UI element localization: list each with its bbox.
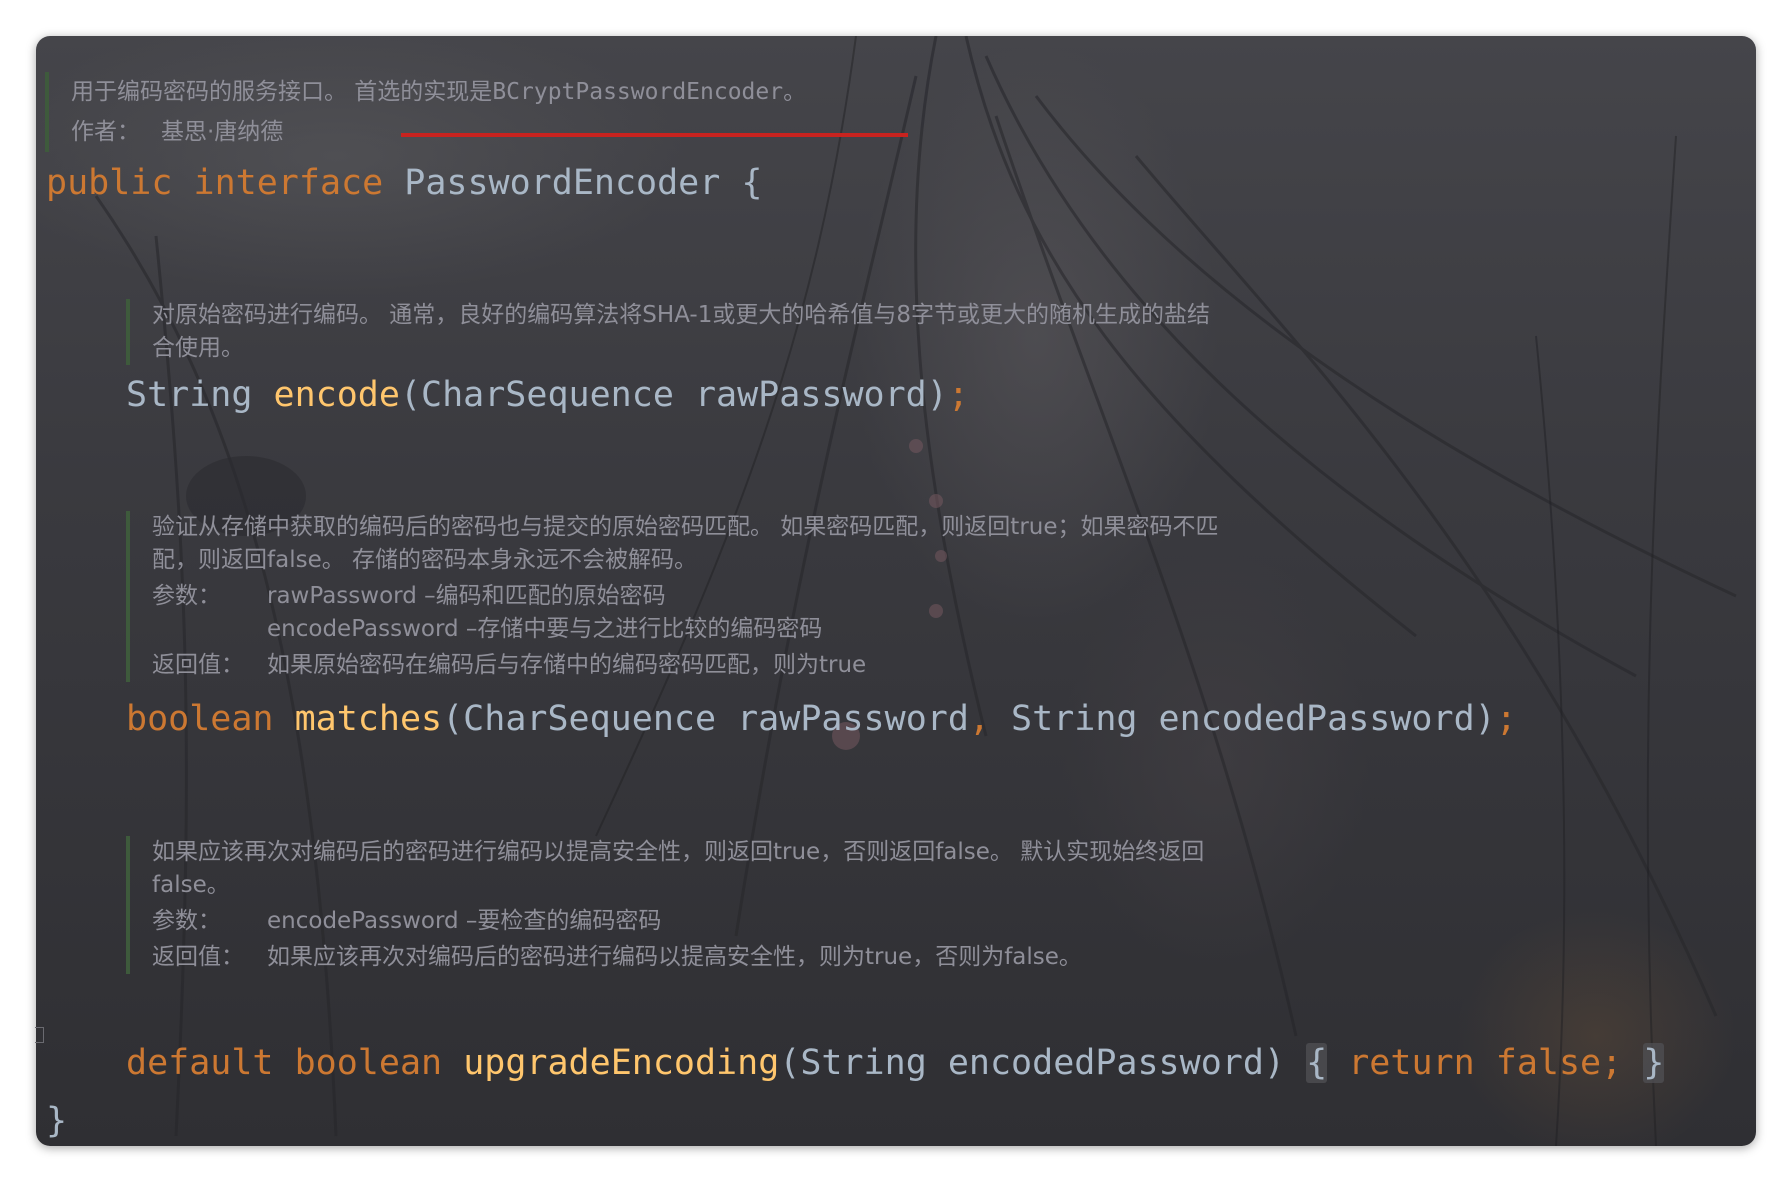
returns-label: 返回值：: [152, 944, 244, 970]
method-encode[interactable]: String encode(CharSequence rawPassword);: [126, 373, 969, 417]
doc-code-reference[interactable]: BCryptPasswordEncoder: [492, 72, 783, 112]
doc-description-line: 用于编码密码的服务接口。 首选的实现是 BCryptPasswordEncoder…: [71, 72, 806, 112]
interface-closing-brace: }: [46, 1101, 68, 1141]
folded-brace-open[interactable]: {: [1306, 1043, 1328, 1083]
fold-gutter-icon[interactable]: [35, 1027, 44, 1043]
keyword-public: public: [46, 163, 173, 203]
param-raw-password: rawPassword –编码和匹配的原始密码: [267, 583, 666, 609]
return-type-boolean: boolean: [294, 1043, 443, 1083]
red-underline-annotation: [401, 133, 908, 137]
author-value: 基思·唐纳德: [161, 119, 284, 145]
return-type-boolean: boolean: [126, 699, 274, 739]
interface-name[interactable]: PasswordEncoder: [404, 163, 720, 203]
method-params-1: (CharSequence rawPassword: [442, 699, 969, 739]
matches-doc-comment: 验证从存储中获取的编码后的密码也与提交的原始密码匹配。 如果密码匹配，则返回tr…: [126, 511, 1219, 682]
comma: ,: [968, 699, 990, 739]
semicolon: ;: [1601, 1043, 1623, 1083]
doc-line: 配，则返回false。 存储的密码本身永远不会被解码。: [152, 547, 698, 573]
brace-open: {: [741, 163, 763, 203]
doc-line: 如果应该再次对编码后的密码进行编码以提高安全性，则返回true，否则返回fals…: [152, 839, 1205, 865]
param-encode-password: encodePassword –要检查的编码密码: [267, 908, 662, 934]
return-type: String: [126, 375, 253, 415]
keyword-return: return: [1348, 1043, 1475, 1083]
method-name-upgrade-encoding[interactable]: upgradeEncoding: [463, 1043, 779, 1083]
author-label: 作者：: [71, 119, 140, 145]
doc-author-line: 作者： 基思·唐纳德: [71, 112, 806, 152]
doc-params-row: encodePassword –存储中要与之进行比较的编码密码: [152, 613, 1219, 646]
keyword-interface: interface: [193, 163, 384, 203]
returns-label: 返回值：: [152, 652, 244, 678]
returns-text: 如果原始密码在编码后与存储中的编码密码匹配，则为true: [267, 652, 867, 678]
method-upgrade-encoding[interactable]: default boolean upgradeEncoding(String e…: [126, 1041, 1665, 1085]
class-doc-comment: 用于编码密码的服务接口。 首选的实现是 BCryptPasswordEncoder…: [45, 72, 806, 152]
param-encode-password: encodePassword –存储中要与之进行比较的编码密码: [267, 616, 823, 642]
returns-text: 如果应该再次对编码后的密码进行编码以提高安全性，则为true，否则为false。: [267, 944, 1082, 970]
params-label: 参数：: [152, 908, 221, 934]
semicolon: ;: [947, 375, 969, 415]
doc-params-row: 参数： encodePassword –要检查的编码密码: [152, 905, 1204, 938]
code-editor[interactable]: 用于编码密码的服务接口。 首选的实现是 BCryptPasswordEncoder…: [36, 36, 1756, 1146]
interface-declaration[interactable]: public interface PasswordEncoder {: [46, 161, 762, 205]
doc-line: 对原始密码进行编码。 通常，良好的编码算法将SHA-1或更大的哈希值与8字节或更…: [152, 302, 1210, 328]
doc-line: 验证从存储中获取的编码后的密码也与提交的原始密码匹配。 如果密码匹配，则返回tr…: [152, 514, 1219, 540]
method-name-matches[interactable]: matches: [295, 699, 443, 739]
doc-returns-row: 返回值： 如果应该再次对编码后的密码进行编码以提高安全性，则为true，否则为f…: [152, 941, 1204, 974]
params-label: 参数：: [152, 583, 221, 609]
upgrade-doc-comment: 如果应该再次对编码后的密码进行编码以提高安全性，则返回true，否则返回fals…: [126, 836, 1204, 974]
method-matches[interactable]: boolean matches(CharSequence rawPassword…: [126, 697, 1517, 741]
doc-text: 用于编码密码的服务接口。 首选的实现是: [71, 79, 493, 105]
doc-line: 合使用。: [152, 335, 244, 361]
method-params: (CharSequence rawPassword): [399, 375, 948, 415]
semicolon: ;: [1495, 699, 1517, 739]
keyword-default: default: [126, 1043, 274, 1083]
doc-text-end: 。: [783, 79, 807, 105]
keyword-false: false: [1495, 1043, 1602, 1083]
method-params: (String encodedPassword): [779, 1043, 1285, 1083]
method-name-encode[interactable]: encode: [274, 375, 400, 415]
encode-doc-comment: 对原始密码进行编码。 通常，良好的编码算法将SHA-1或更大的哈希值与8字节或更…: [126, 299, 1210, 365]
doc-params-row: 参数： rawPassword –编码和匹配的原始密码: [152, 580, 1219, 613]
method-params-2: String encodedPassword): [989, 699, 1496, 739]
doc-returns-row: 返回值： 如果原始密码在编码后与存储中的编码密码匹配，则为true: [152, 649, 1219, 682]
folded-brace-close[interactable]: }: [1643, 1043, 1665, 1083]
doc-line: false。: [152, 872, 230, 898]
